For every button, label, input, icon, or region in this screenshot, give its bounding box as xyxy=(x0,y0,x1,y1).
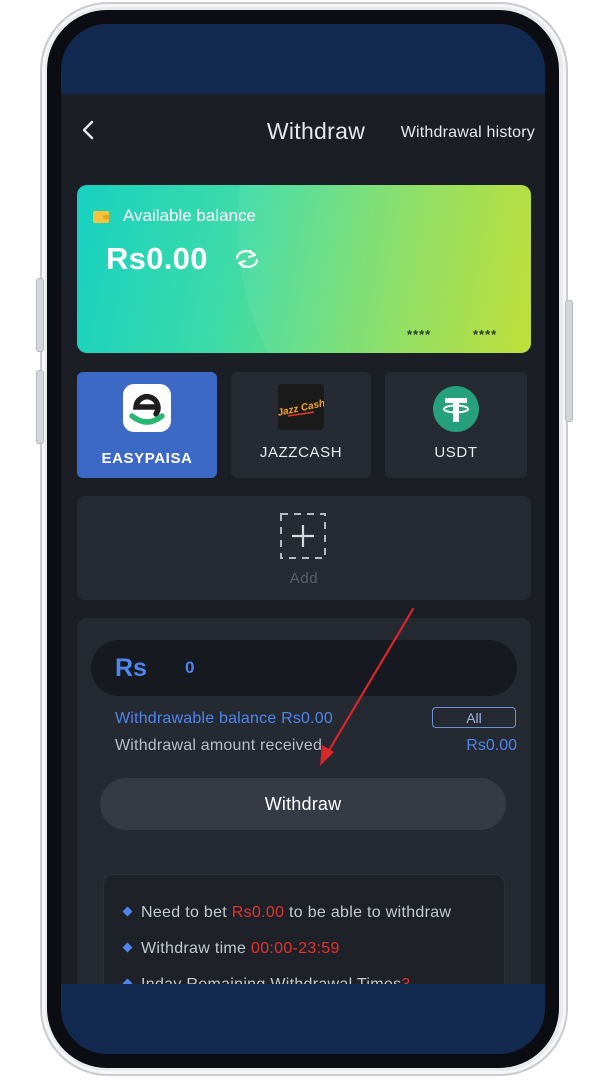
add-account-button[interactable]: Add xyxy=(77,496,531,600)
withdrawal-history-link[interactable]: Withdrawal history xyxy=(401,124,535,142)
diamond-bullet-icon xyxy=(122,942,133,953)
method-label-usdt: USDT xyxy=(434,444,478,461)
method-label-easypaisa: EASYPAISA xyxy=(101,450,193,467)
note-bet-requirement: Need to bet Rs0.00 to be able to withdra… xyxy=(122,904,451,922)
all-button[interactable]: All xyxy=(432,707,516,728)
easypaisa-logo-icon xyxy=(123,384,171,432)
balance-card: Available balance Rs0.00 **** **** xyxy=(77,185,531,353)
amount-received-value: Rs0.00 xyxy=(466,737,517,754)
amount-received-label: Withdrawal amount received xyxy=(115,737,323,754)
method-label-jazzcash: JAZZCASH xyxy=(259,444,343,461)
tether-logo-icon xyxy=(433,386,479,432)
add-icon xyxy=(280,513,326,559)
available-balance-label: Available balance xyxy=(123,206,256,225)
currency-label: Rs xyxy=(115,654,147,682)
withdrawable-balance-text: Withdrawable balance Rs0.00 xyxy=(115,710,333,727)
withdraw-button[interactable]: Withdraw xyxy=(100,778,506,830)
header: Withdraw Withdrawal history xyxy=(61,94,545,166)
add-label: Add xyxy=(289,570,319,587)
amount-field[interactable]: Rs xyxy=(91,640,517,696)
volume-button xyxy=(36,370,44,444)
phone-screen-bezel: Withdraw Withdrawal history Available ba… xyxy=(47,10,559,1068)
home-indicator-area xyxy=(61,984,545,1054)
method-easypaisa[interactable]: EASYPAISA xyxy=(77,372,217,478)
jazzcash-logo-icon: Jazz Cash xyxy=(278,384,324,430)
diamond-bullet-icon xyxy=(122,906,133,917)
card-mask-2: **** xyxy=(473,327,498,342)
note-withdraw-time: Withdraw time 00:00-23:59 xyxy=(122,940,340,958)
card-mask-1: **** xyxy=(407,327,432,342)
wallet-icon xyxy=(93,211,109,223)
method-jazzcash[interactable]: Jazz Cash JAZZCASH xyxy=(231,372,371,478)
mute-switch xyxy=(36,278,44,352)
status-bar-area xyxy=(61,24,545,94)
power-button xyxy=(565,300,573,422)
app-screen: Withdraw Withdrawal history Available ba… xyxy=(61,24,545,1054)
method-usdt[interactable]: USDT xyxy=(385,372,527,478)
withdraw-form: Rs Withdrawable balance Rs0.00 All Withd… xyxy=(77,618,531,1014)
available-balance-amount: Rs0.00 xyxy=(106,241,208,276)
refresh-icon[interactable] xyxy=(233,248,261,270)
amount-input[interactable] xyxy=(185,658,465,678)
